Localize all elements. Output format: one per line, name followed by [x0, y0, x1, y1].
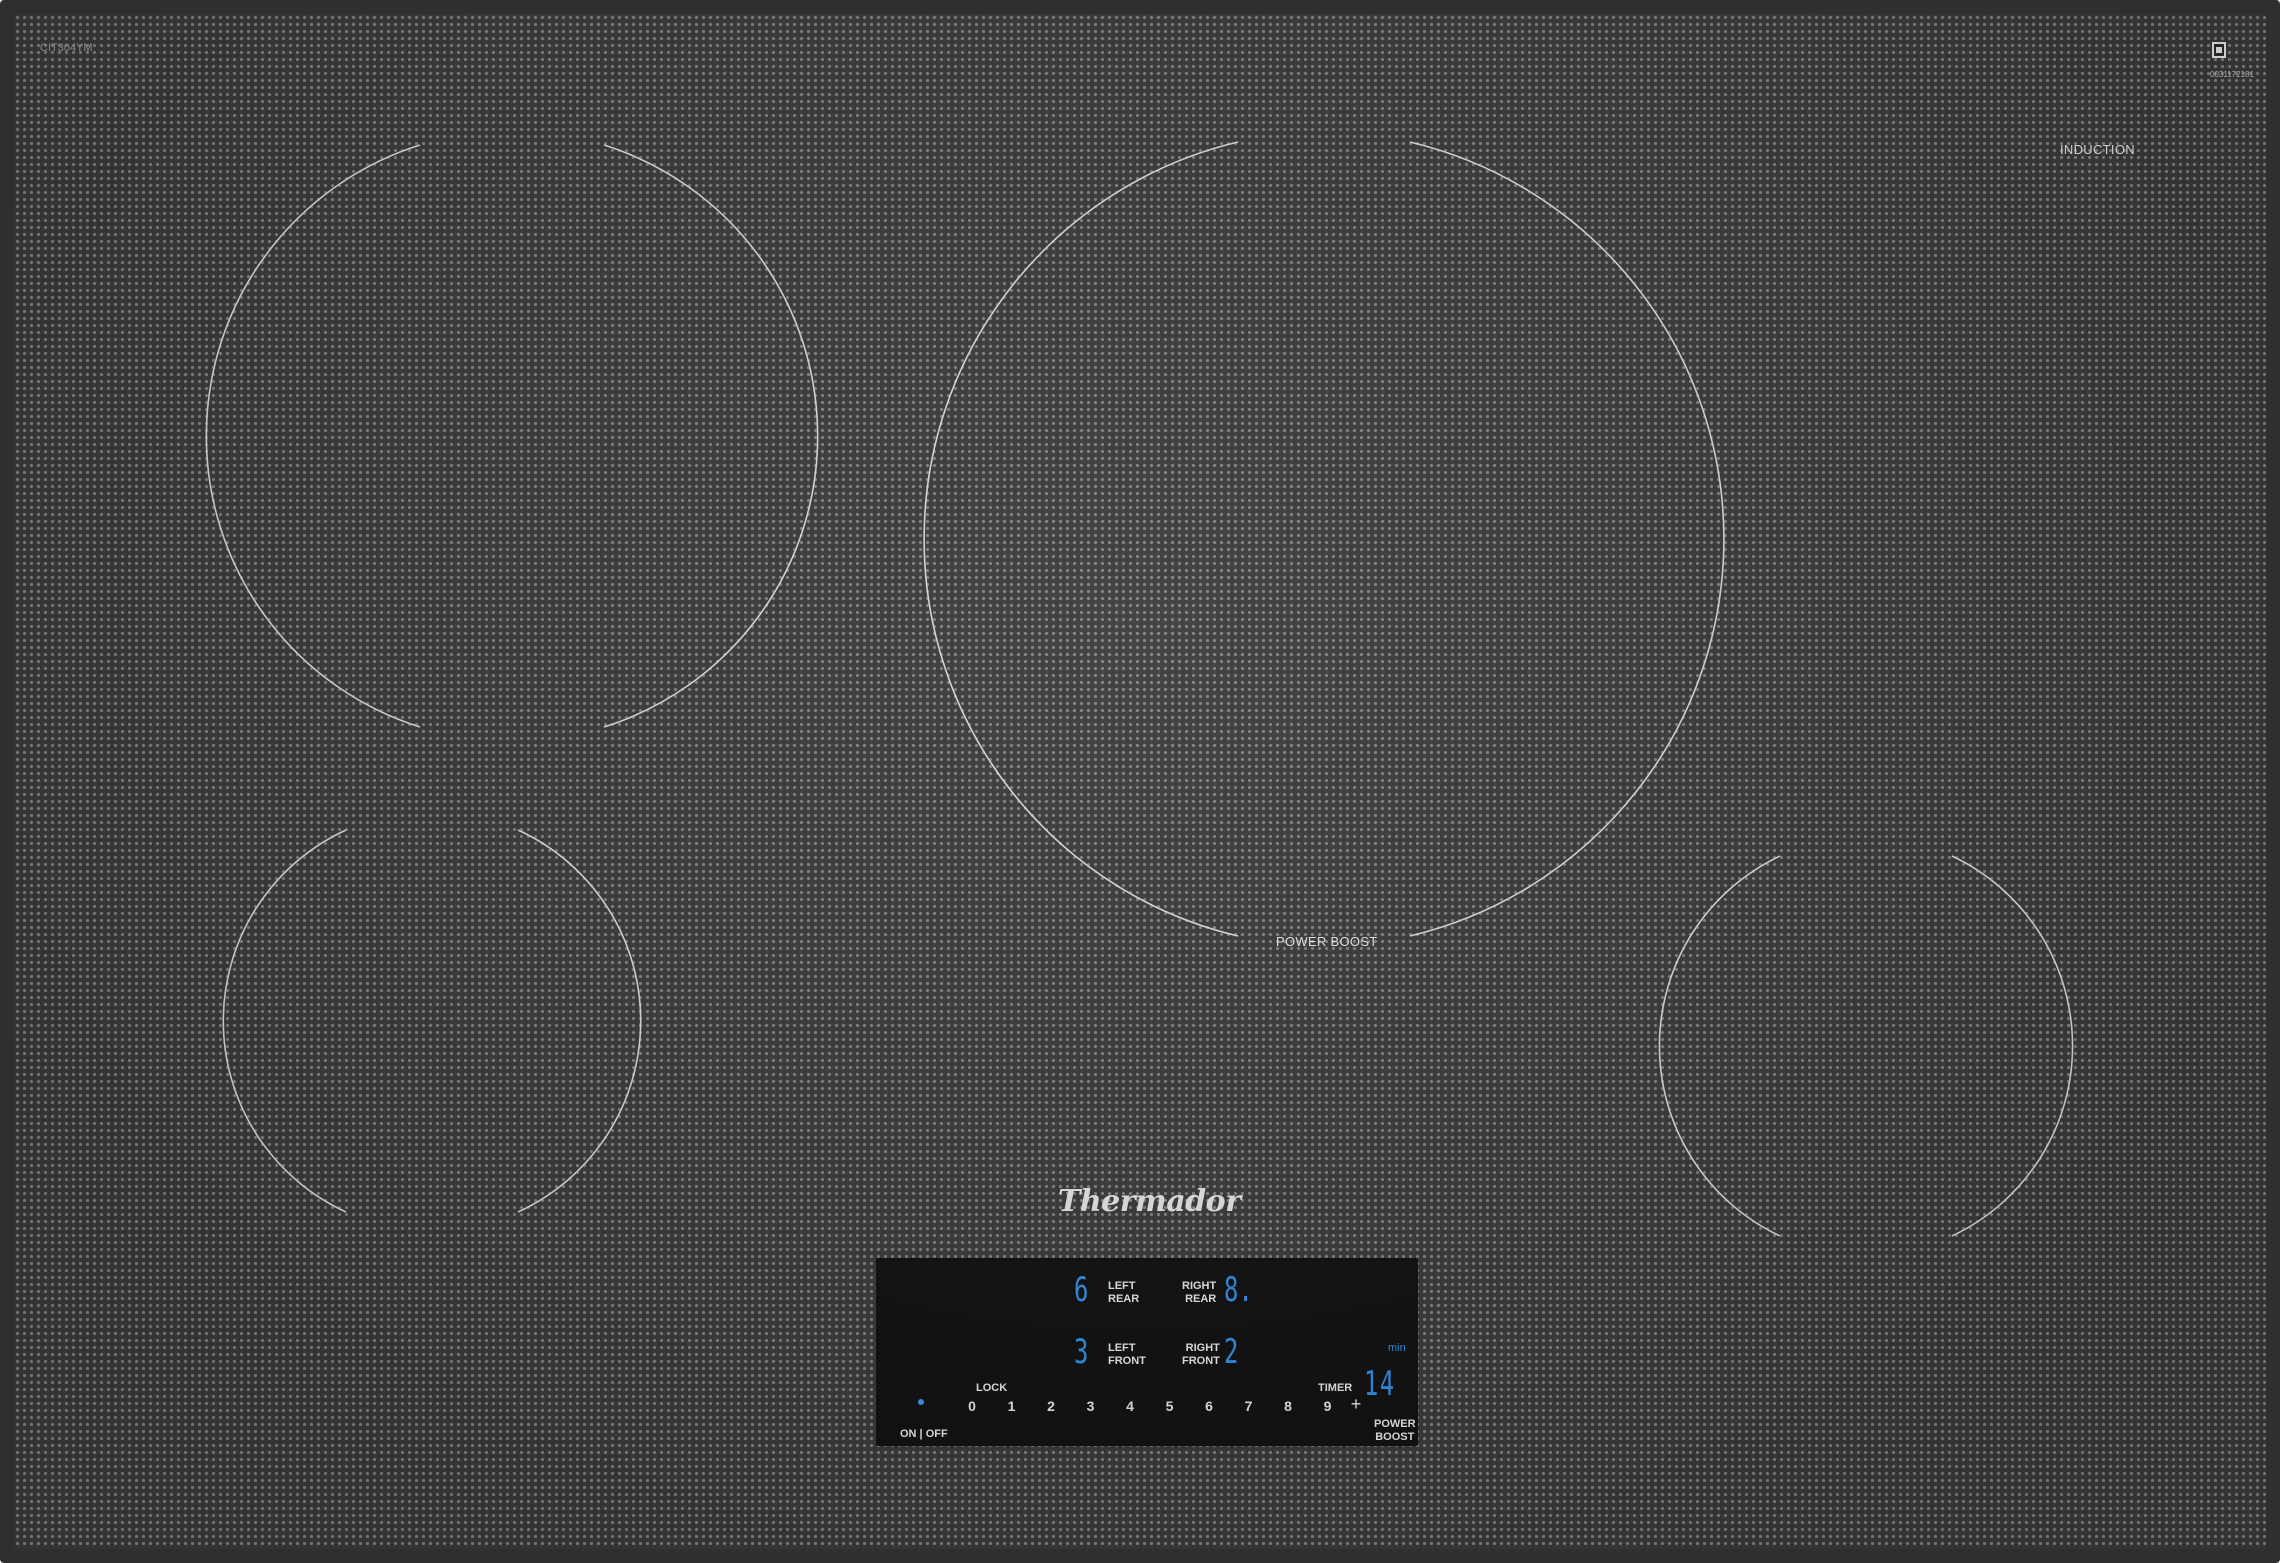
right-rear-level-display: 8.: [1224, 1270, 1253, 1310]
left-rear-label-line1: LEFT: [1108, 1280, 1136, 1292]
lock-button[interactable]: LOCK: [976, 1382, 1007, 1395]
brand-logo: Thermador: [1058, 1184, 1241, 1219]
zone-right-rear-left-arc: [923, 141, 1239, 937]
power-boost-button[interactable]: POWER BOOST: [1374, 1418, 1416, 1444]
certification-mark-icon: [2212, 42, 2226, 58]
left-rear-level-display: 6: [1074, 1270, 1089, 1310]
power-indicator-dot: [918, 1399, 924, 1405]
slider-9[interactable]: 9: [1318, 1398, 1338, 1414]
slider-3[interactable]: 3: [1081, 1398, 1101, 1414]
zone-right-front-right-arc: [1951, 855, 2074, 1237]
timer-display: 14: [1364, 1364, 1396, 1404]
slider-5[interactable]: 5: [1160, 1398, 1180, 1414]
right-rear-label-line1: RIGHT: [1182, 1280, 1217, 1292]
zone-left-front-right-arc: [517, 829, 642, 1213]
right-front-level-display: 2: [1224, 1332, 1239, 1372]
left-front-label-line2: FRONT: [1108, 1355, 1146, 1367]
left-front-level-display: 3: [1074, 1332, 1089, 1372]
model-number: CIT304YM: [40, 42, 93, 54]
right-rear-label[interactable]: RIGHT REAR: [1182, 1280, 1216, 1306]
right-front-label[interactable]: RIGHT FRONT: [1182, 1342, 1220, 1368]
slider-8[interactable]: 8: [1278, 1398, 1298, 1414]
slider-6[interactable]: 6: [1199, 1398, 1219, 1414]
left-front-label-line1: LEFT: [1108, 1342, 1136, 1354]
zone-left-rear-right-arc: [603, 144, 819, 728]
on-off-button[interactable]: ON | OFF: [900, 1428, 948, 1441]
slider-4[interactable]: 4: [1120, 1398, 1140, 1414]
zone-right-rear: [1409, 141, 1725, 937]
left-front-label[interactable]: LEFT FRONT: [1108, 1342, 1146, 1368]
serial-number: 0031172181: [2210, 70, 2254, 79]
zone-left-front: [222, 829, 347, 1213]
zone-left-rear: [205, 144, 421, 728]
slider-7[interactable]: 7: [1239, 1398, 1259, 1414]
touch-control-panel: 6 LEFT REAR RIGHT REAR 8. min LOCK 3 LEF…: [876, 1258, 1418, 1446]
power-boost-zone-label: POWER BOOST: [1276, 934, 1378, 949]
right-front-label-line1: RIGHT: [1185, 1342, 1220, 1354]
right-rear-label-line2: REAR: [1185, 1293, 1217, 1305]
left-rear-label-line2: REAR: [1108, 1293, 1140, 1305]
induction-cooktop: CIT304YM 0031172181 INDUCTION POWER BOOS…: [0, 0, 2280, 1563]
zone-right-front: [1658, 855, 1781, 1237]
slider-2[interactable]: 2: [1041, 1398, 1061, 1414]
power-boost-line2: BOOST: [1375, 1431, 1415, 1443]
slider-1[interactable]: 1: [1002, 1398, 1022, 1414]
induction-label: INDUCTION: [2060, 142, 2135, 157]
left-rear-label[interactable]: LEFT REAR: [1108, 1280, 1139, 1306]
power-boost-line1: POWER: [1374, 1418, 1416, 1430]
plus-button[interactable]: +: [1346, 1394, 1366, 1415]
right-front-label-line2: FRONT: [1182, 1355, 1220, 1367]
timer-unit: min: [1388, 1342, 1406, 1354]
slider-0[interactable]: 0: [962, 1398, 982, 1414]
